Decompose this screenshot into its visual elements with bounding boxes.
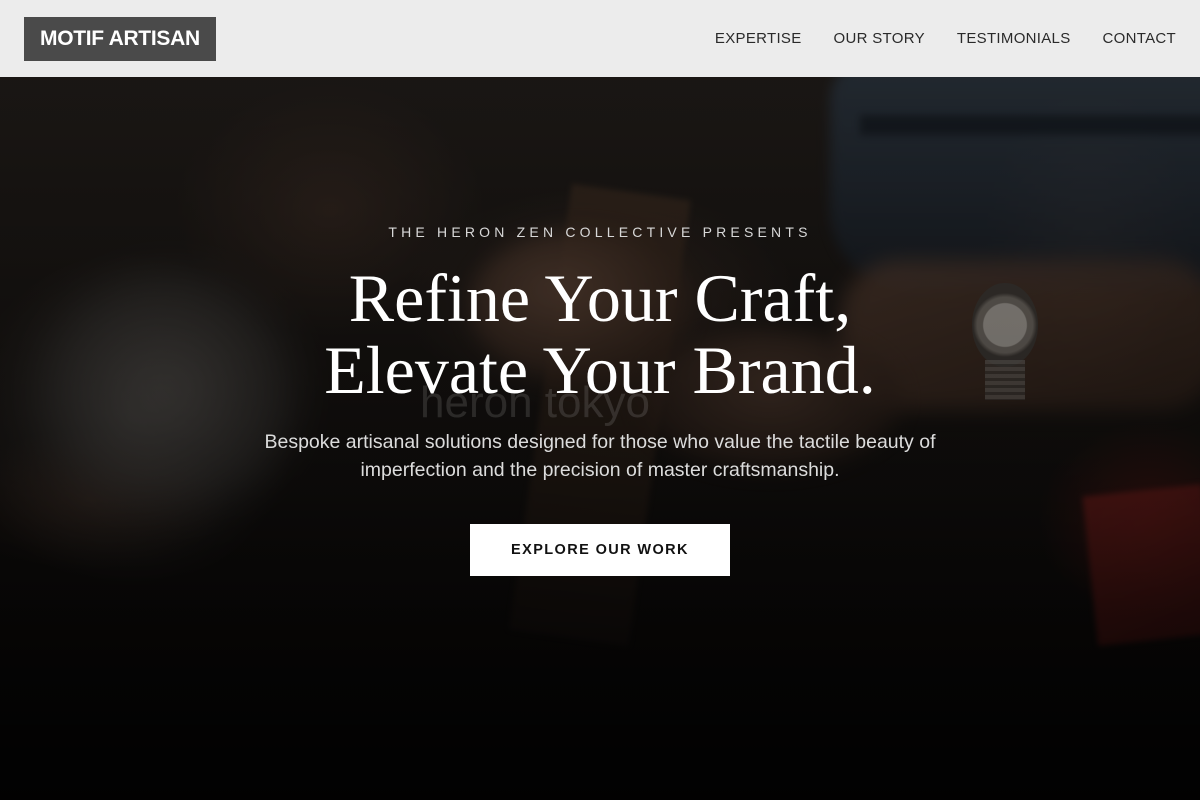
logo[interactable]: MOTIF ARTISAN [24,16,216,61]
nav-link-contact[interactable]: CONTACT [1103,30,1176,47]
hero-subtext: Bespoke artisanal solutions designed for… [264,431,936,481]
hero-headline-line-2: Elevate Your Brand. [324,332,876,408]
site-header: MOTIF ARTISAN EXPERTISE OUR STORY TESTIM… [0,0,1200,77]
hero-headline-line-1: Refine Your Craft, [348,260,852,336]
page: MOTIF ARTISAN EXPERTISE OUR STORY TESTIM… [0,0,1200,800]
nav-link-our-story[interactable]: OUR STORY [834,30,925,47]
explore-our-work-button[interactable]: EXPLORE OUR WORK [470,524,730,576]
hero-eyebrow: THE HERON ZEN COLLECTIVE PRESENTS [388,224,812,240]
main-nav: EXPERTISE OUR STORY TESTIMONIALS CONTACT [715,30,1176,47]
hero-section: THE HERON ZEN COLLECTIVE PRESENTS heron … [0,0,1200,800]
hero-headline: Refine Your Craft, Elevate Your Brand. [0,262,1200,406]
nav-link-expertise[interactable]: EXPERTISE [715,30,802,47]
nav-link-testimonials[interactable]: TESTIMONIALS [957,30,1071,47]
